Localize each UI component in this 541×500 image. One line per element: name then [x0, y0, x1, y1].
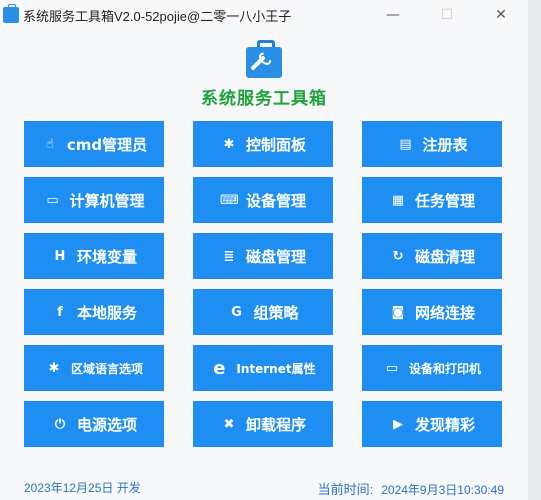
button-label: 控制面板 [245, 135, 306, 154]
task-management-button[interactable]: ▦ 任务管理 [362, 177, 502, 223]
region-language-button[interactable]: ✱ 区域语言选项 [24, 345, 164, 391]
button-label: 任务管理 [414, 191, 475, 210]
title-bar[interactable]: 系统服务工具箱V2.0-52pojie@二零一八小王子 — ☐ ✕ [0, 0, 528, 30]
button-label: 磁盘管理 [245, 247, 306, 266]
button-label: 区域语言选项 [70, 361, 143, 376]
group-policy-button[interactable]: G 组策略 [193, 289, 333, 335]
current-time: 当前时间: 2024年9月3日10:30:49 [318, 479, 504, 498]
gear-icon: ✱ [48, 360, 60, 376]
button-label: 设备和打印机 [408, 361, 481, 376]
button-label: 磁盘清理 [414, 247, 475, 266]
current-time-value: 2024年9月3日10:30:49 [381, 483, 504, 497]
discover-button[interactable]: ▶ 发现精彩 [362, 401, 502, 447]
desktop-background [528, 0, 541, 500]
calendar-icon: ▦ [391, 192, 405, 208]
laptop-icon: ▭ [385, 360, 399, 376]
computer-management-button[interactable]: ▭ 计算机管理 [24, 177, 164, 223]
refresh-icon: ↻ [392, 248, 404, 264]
button-label: 组策略 [253, 303, 299, 322]
environment-variables-button[interactable]: H 环境变量 [24, 233, 164, 279]
local-services-button[interactable]: f 本地服务 [24, 289, 164, 335]
h-icon: H [54, 248, 66, 264]
development-date: 2023年12月25日 开发 [24, 481, 141, 495]
disk-cleanup-button[interactable]: ↻ 磁盘清理 [362, 233, 502, 279]
devices-printers-button[interactable]: ▭ 设备和打印机 [362, 345, 502, 391]
button-label: 环境变量 [76, 247, 137, 266]
toolbox-icon [3, 4, 19, 23]
list-icon: ▤ [399, 136, 412, 152]
window-controls: — ☐ ✕ [366, 0, 528, 30]
device-management-button[interactable]: ⌨ 设备管理 [193, 177, 333, 223]
internet-explorer-icon: e [213, 357, 226, 379]
registry-button[interactable]: ▤ 注册表 [362, 121, 502, 167]
cmd-admin-button[interactable]: ☝ cmd管理员 [24, 121, 164, 167]
pointing-hand-icon: ☝ [45, 136, 54, 152]
keyboard-icon: ⌨ [219, 192, 239, 208]
disk-stack-icon: ≣ [223, 248, 235, 264]
minimize-button[interactable]: — [366, 0, 420, 30]
button-label: 计算机管理 [69, 191, 145, 210]
button-label: Internet属性 [236, 361, 316, 376]
monitor-icon: ▭ [46, 192, 59, 208]
close-button[interactable]: ✕ [474, 0, 528, 30]
button-label: 设备管理 [245, 191, 306, 210]
app-heading: 系统服务工具箱 [201, 89, 327, 109]
button-label: 发现精彩 [414, 415, 475, 434]
maximize-button[interactable]: ☐ [420, 0, 474, 30]
play-icon: ▶ [392, 416, 403, 432]
button-label: cmd管理员 [66, 135, 148, 154]
rss-icon: ◙ [391, 304, 405, 320]
tool-button-grid: ☝ cmd管理员 ✱ 控制面板 ▤ 注册表 ▭ 计算机管理 ⌨ 设备管理 ▦ 任… [24, 121, 502, 447]
power-options-button[interactable]: ⏻ 电源选项 [24, 401, 164, 447]
gear-icon: ✱ [223, 136, 235, 152]
current-time-label: 当前时间: [317, 482, 374, 497]
button-label: 网络连接 [414, 303, 475, 322]
button-label: 注册表 [422, 135, 468, 154]
toolbox-logo-icon [246, 40, 282, 78]
facebook-icon: f [57, 304, 63, 320]
google-icon: G [231, 304, 242, 320]
button-label: 电源选项 [76, 415, 137, 434]
window-title: 系统服务工具箱V2.0-52pojie@二零一八小王子 [23, 8, 292, 24]
power-icon: ⏻ [54, 416, 66, 432]
logo-area [0, 40, 528, 78]
internet-properties-button[interactable]: e Internet属性 [193, 345, 333, 391]
button-label: 卸载程序 [245, 415, 306, 434]
button-label: 本地服务 [76, 303, 137, 322]
network-connections-button[interactable]: ◙ 网络连接 [362, 289, 502, 335]
disk-management-button[interactable]: ≣ 磁盘管理 [193, 233, 333, 279]
close-x-icon: ✖ [223, 416, 235, 432]
app-window: 系统服务工具箱V2.0-52pojie@二零一八小王子 — ☐ ✕ 系统服务工具… [0, 0, 528, 500]
uninstall-programs-button[interactable]: ✖ 卸载程序 [193, 401, 333, 447]
control-panel-button[interactable]: ✱ 控制面板 [193, 121, 333, 167]
